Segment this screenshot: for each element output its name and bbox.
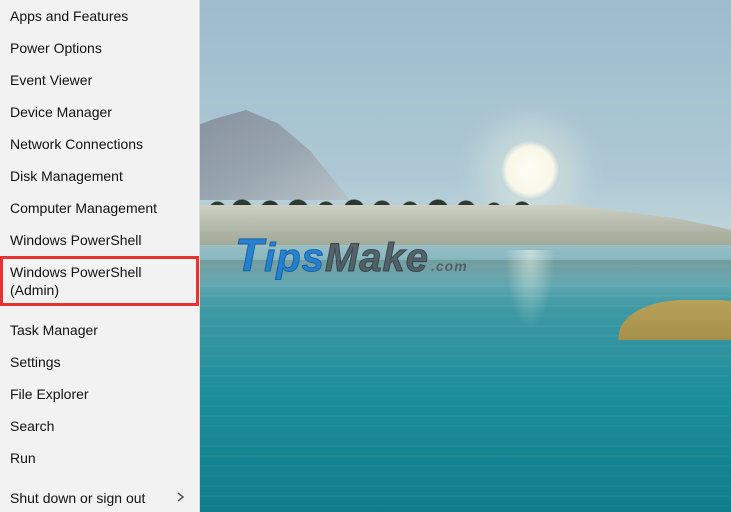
menu-item-device-manager[interactable]: Device Manager (0, 96, 199, 128)
root: Apps and Features Power Options Event Vi… (0, 0, 731, 512)
menu-item-network-connections[interactable]: Network Connections (0, 128, 199, 160)
menu-item-label: Run (10, 449, 36, 467)
menu-item-disk-management[interactable]: Disk Management (0, 160, 199, 192)
watermark-make: Make (325, 236, 429, 281)
menu-item-shut-down-or-sign-out[interactable]: Shut down or sign out (0, 482, 199, 512)
menu-item-event-viewer[interactable]: Event Viewer (0, 64, 199, 96)
menu-item-label: Device Manager (10, 103, 112, 121)
menu-item-label: Windows PowerShell (Admin) (10, 263, 189, 299)
menu-item-label: Shut down or sign out (10, 489, 145, 507)
watermark-letter-t: T (235, 228, 264, 282)
menu-item-computer-management[interactable]: Computer Management (0, 192, 199, 224)
menu-item-label: Search (10, 417, 54, 435)
menu-item-label: File Explorer (10, 385, 89, 403)
menu-item-windows-powershell-admin[interactable]: Windows PowerShell (Admin) (0, 256, 199, 306)
wallpaper-sun-reflection (505, 250, 555, 330)
menu-item-search[interactable]: Search (0, 410, 199, 442)
menu-item-label: Task Manager (10, 321, 98, 339)
watermark-ips: ips (264, 236, 325, 281)
menu-item-apps-and-features[interactable]: Apps and Features (0, 0, 199, 32)
menu-item-task-manager[interactable]: Task Manager (0, 314, 199, 346)
wallpaper-water (200, 245, 731, 512)
menu-item-label: Windows PowerShell (10, 231, 142, 249)
menu-item-label: Computer Management (10, 199, 157, 217)
menu-item-run[interactable]: Run (0, 442, 199, 474)
menu-item-label: Settings (10, 353, 61, 371)
watermark-com: .com (431, 258, 468, 274)
menu-item-label: Apps and Features (10, 7, 128, 25)
chevron-right-icon (177, 489, 189, 507)
wallpaper-treeline (200, 170, 550, 210)
menu-item-label: Power Options (10, 39, 102, 57)
desktop-wallpaper[interactable]: TipsMake.com (200, 0, 731, 512)
winx-menu: Apps and Features Power Options Event Vi… (0, 0, 200, 512)
menu-item-windows-powershell[interactable]: Windows PowerShell (0, 224, 199, 256)
menu-item-label: Disk Management (10, 167, 123, 185)
menu-item-settings[interactable]: Settings (0, 346, 199, 378)
menu-item-label: Event Viewer (10, 71, 92, 89)
watermark-tipsmake: TipsMake.com (235, 228, 468, 282)
menu-item-file-explorer[interactable]: File Explorer (0, 378, 199, 410)
menu-item-label: Network Connections (10, 135, 143, 153)
menu-item-power-options[interactable]: Power Options (0, 32, 199, 64)
